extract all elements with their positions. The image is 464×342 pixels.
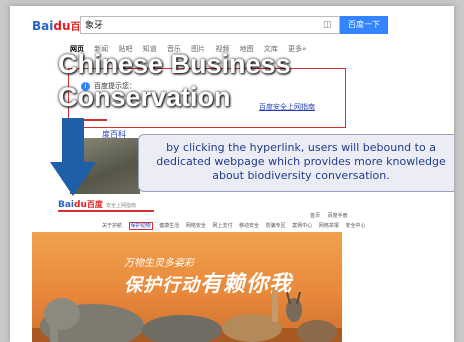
category-item[interactable]: 移动安全	[239, 223, 259, 229]
category-item[interactable]: 安全中心	[345, 223, 365, 229]
page-title: Chinese Business Conservation	[58, 49, 291, 112]
screenshot-frame: Baidu百度 象牙 ◫ 百度一下 网页 新闻 贴吧 知道 音乐 图片 视频 地…	[10, 6, 454, 342]
manual-link[interactable]: 百度手册	[328, 213, 348, 219]
wildlife-banner: 万物生灵多姿彩 保护行动有赖你我	[32, 232, 342, 342]
category-nav: 关于护航 保护动物 健康生活 网络安全 网上支付 移动安全 防骗专区 案例中心 …	[102, 222, 371, 230]
home-link[interactable]: 首页	[310, 213, 320, 219]
down-arrow-icon	[50, 118, 96, 196]
red-underline-secondary	[58, 210, 154, 212]
category-item[interactable]: 网络举报	[319, 223, 339, 229]
baike-link[interactable]: 度百科	[102, 129, 126, 140]
explanation-callout: by clicking the hyperlink, users will be…	[138, 134, 454, 192]
safety-guide-subtitle: 安全上网指南	[106, 203, 137, 209]
search-query: 象牙	[85, 21, 104, 31]
category-item[interactable]: 健康生活	[159, 223, 179, 229]
baidu-logo-secondary[interactable]: Baidu百度	[58, 199, 103, 210]
category-item[interactable]: 防骗专区	[266, 223, 286, 229]
category-item[interactable]: 网络安全	[186, 223, 206, 229]
top-links: 首页 百度手册	[310, 212, 354, 219]
search-input[interactable]: 象牙 ◫	[80, 16, 340, 34]
camera-icon[interactable]: ◫	[323, 20, 333, 30]
search-button[interactable]: 百度一下	[340, 16, 388, 34]
category-item[interactable]: 关于护航	[102, 223, 122, 229]
animals-illustration	[32, 290, 342, 342]
category-item-protect-animals[interactable]: 保护动物	[128, 222, 153, 230]
category-item[interactable]: 网上支付	[212, 223, 232, 229]
category-item[interactable]: 案例中心	[292, 223, 312, 229]
